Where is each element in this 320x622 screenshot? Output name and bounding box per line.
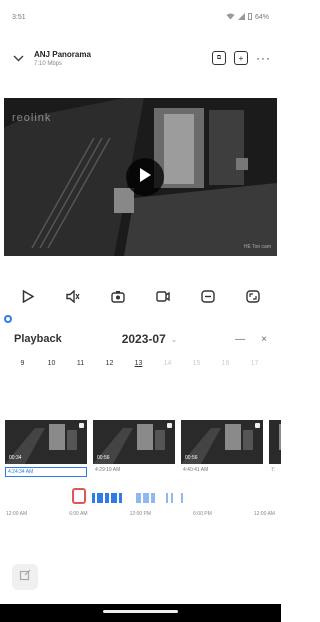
- clip-item[interactable]: 00:34 4:24:34 AM: [5, 420, 87, 488]
- clip-item[interactable]: 00:56 4:29:19 AM: [93, 420, 175, 488]
- playback-title: Playback: [14, 333, 62, 345]
- player-toolbar: [0, 288, 281, 310]
- video-watermark: reolink: [12, 112, 52, 124]
- recording-segment: [136, 493, 141, 503]
- recording-segment: [92, 493, 95, 503]
- clip-item[interactable]: 7:: [269, 420, 281, 488]
- motion-badge-icon: [167, 423, 172, 428]
- video-camera-label: HE Ton cam: [243, 244, 271, 250]
- motion-badge-icon: [79, 423, 84, 428]
- timeline-cursor[interactable]: [72, 488, 86, 504]
- day-item-selected[interactable]: 13: [124, 360, 153, 376]
- playback-timeline[interactable]: [0, 488, 281, 504]
- recording-segment: [171, 493, 173, 503]
- day-selector: 9 10 11 12 13 14 15 16 17: [0, 360, 281, 376]
- clip-duration: 00:56: [97, 455, 110, 461]
- timeline-labels: 12:00 AM 6:00 AM 12:00 PM 6:00 PM 12:00 …: [0, 511, 281, 521]
- camera-title-block[interactable]: ANJ Panorama 7:10 Mbps: [34, 50, 212, 67]
- chevron-down-icon[interactable]: ⌄: [171, 335, 178, 344]
- add-button[interactable]: +: [234, 51, 248, 65]
- play-outline-icon: [22, 289, 35, 308]
- quality-button[interactable]: ⧉: [212, 51, 226, 65]
- video-player[interactable]: reolink HE Ton cam: [4, 98, 277, 256]
- clip-duration: 00:34: [9, 455, 22, 461]
- recording-segment: [111, 493, 117, 503]
- clip-list: 00:34 4:24:34 AM 00:56 4:29:19 AM 00:56 …: [5, 420, 281, 488]
- header-actions: ⧉ + ···: [212, 51, 271, 65]
- edit-button[interactable]: [12, 564, 38, 590]
- plus-icon: +: [238, 53, 244, 63]
- day-item[interactable]: 11: [66, 360, 95, 376]
- edit-icon: [19, 568, 31, 586]
- close-button[interactable]: ×: [261, 334, 267, 345]
- chevron-down-icon[interactable]: [10, 50, 26, 66]
- status-icons: 64%: [226, 12, 269, 22]
- clip-thumbnail: 00:56: [93, 420, 175, 464]
- recording-segment: [143, 493, 149, 503]
- video-record-icon: [156, 290, 170, 308]
- minimize-button[interactable]: —: [235, 334, 245, 345]
- speaker-icon: [66, 289, 80, 308]
- clip-time: 7:: [271, 467, 276, 473]
- system-nav-bar: [0, 604, 281, 622]
- wifi-icon: [226, 13, 235, 22]
- play-toggle-button[interactable]: [17, 288, 39, 310]
- day-item[interactable]: 10: [37, 360, 66, 376]
- clip-button[interactable]: [197, 288, 219, 310]
- recording-segment: [119, 493, 122, 503]
- clip-item[interactable]: 00:56 4:40:41 AM: [181, 420, 263, 488]
- record-button[interactable]: [152, 288, 174, 310]
- mute-button[interactable]: [62, 288, 84, 310]
- signal-icon: [237, 12, 245, 22]
- play-icon: [138, 167, 152, 188]
- status-time: 3:51: [12, 13, 26, 21]
- battery-icon: [247, 12, 252, 22]
- timeline-label: 12:00 AM: [253, 511, 275, 517]
- recording-segment: [181, 493, 183, 503]
- day-item: 17: [250, 360, 259, 367]
- clip-duration: 00:56: [185, 455, 198, 461]
- clip-time: 4:24:34 AM: [5, 467, 87, 477]
- month-selector[interactable]: 2023-07: [122, 332, 166, 346]
- camera-header: ANJ Panorama 7:10 Mbps ⧉ + ···: [0, 38, 281, 78]
- day-item: 14: [163, 360, 172, 367]
- camera-name: ANJ Panorama: [34, 49, 91, 59]
- timeline-label: 12:00 PM: [129, 511, 152, 517]
- camera-icon: [111, 290, 125, 308]
- home-indicator[interactable]: [103, 610, 178, 613]
- recording-segment: [105, 493, 109, 503]
- motion-badge-icon: [255, 423, 260, 428]
- quality-icon: ⧉: [216, 55, 222, 61]
- camera-subtitle: 7:10 Mbps: [34, 60, 63, 67]
- drag-handle[interactable]: [4, 315, 12, 323]
- clip-thumbnail: 00:56: [181, 420, 263, 464]
- recording-segment: [166, 493, 168, 503]
- clip-time: 4:29:19 AM: [95, 467, 121, 473]
- snapshot-button[interactable]: [107, 288, 129, 310]
- playback-header: Playback 2023-07 ⌄ — ×: [0, 328, 281, 350]
- day-item: 16: [221, 360, 230, 367]
- fullscreen-button[interactable]: [242, 288, 264, 310]
- timeline-label: 6:00 PM: [193, 511, 212, 517]
- more-icon[interactable]: ···: [256, 51, 271, 65]
- recording-segment: [97, 493, 103, 503]
- clip-thumbnail: [269, 420, 281, 464]
- fullscreen-icon: [245, 290, 260, 308]
- day-item: 15: [192, 360, 201, 367]
- timeline-label: 6:00 AM: [69, 511, 88, 517]
- battery-percent: 64%: [254, 13, 269, 21]
- day-item[interactable]: 9: [8, 360, 37, 376]
- clip-icon: [201, 290, 215, 308]
- day-item[interactable]: 12: [95, 360, 124, 376]
- timeline-label: 12:00 AM: [6, 511, 28, 517]
- recording-segment: [151, 493, 155, 503]
- clip-thumbnail: 00:34: [5, 420, 87, 464]
- status-bar: 3:51 64%: [0, 0, 281, 34]
- clip-time: 4:40:41 AM: [183, 467, 209, 473]
- play-button[interactable]: [126, 158, 164, 196]
